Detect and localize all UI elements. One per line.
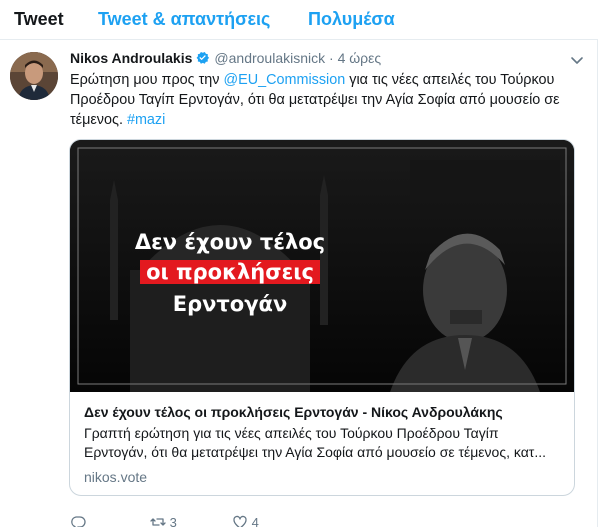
mention-link[interactable]: @EU_Commission <box>223 72 345 88</box>
avatar[interactable] <box>10 52 58 100</box>
tab-tweets[interactable]: Tweet <box>14 9 64 30</box>
tweet-header: Nikos Androulakis @androulakisnick · 4 ώρ… <box>70 50 567 70</box>
card-body[interactable]: Δεν έχουν τέλος οι προκλήσεις Ερντογάν -… <box>70 392 574 495</box>
link-card[interactable]: Δεν έχουν τέλος οι προκλήσεις Ερντογάν Δ… <box>69 139 575 496</box>
tab-media[interactable]: Πολυμέσα <box>308 9 395 30</box>
like-icon <box>233 515 247 527</box>
card-image[interactable]: Δεν έχουν τέλος οι προκλήσεις Ερντογάν <box>70 140 574 392</box>
card-image-text-line2: οι προκλήσεις <box>70 260 390 284</box>
chevron-down-icon[interactable] <box>569 52 585 68</box>
tab-tweets-and-replies[interactable]: Tweet & απαντήσεις <box>98 9 270 30</box>
retweet-icon <box>150 518 166 526</box>
like-count: 4 <box>251 515 259 527</box>
card-image-text-line3: Ερντογάν <box>172 292 288 316</box>
timestamp[interactable]: 4 ώρες <box>338 50 382 66</box>
reply-button[interactable] <box>70 514 86 527</box>
card-image-highlight: οι προκλήσεις <box>140 260 320 284</box>
tweet-actions: 3 4 <box>70 514 370 527</box>
card-image-text-line1: Δεν έχουν τέλος <box>134 230 326 254</box>
retweet-count: 3 <box>169 515 177 527</box>
card-domain: nikos.vote <box>84 469 148 485</box>
author-handle[interactable]: @androulakisnick <box>214 50 325 66</box>
tweet-text-part1: Ερώτηση μου προς την <box>70 72 224 88</box>
tweet-text: Ερώτηση μου προς την @EU_Commission για … <box>70 70 580 130</box>
retweet-button[interactable]: 3 <box>150 514 177 527</box>
tweet[interactable]: Nikos Androulakis @androulakisnick · 4 ώρ… <box>0 40 598 527</box>
separator-dot: · <box>329 50 334 66</box>
verified-badge-icon <box>196 51 210 64</box>
profile-tabs: Tweet Tweet & απαντήσεις Πολυμέσα <box>0 0 598 40</box>
hashtag-link[interactable]: #mazi <box>127 112 165 128</box>
card-description: Γραπτή ερώτηση για τις νέες απειλές του … <box>84 425 546 460</box>
reply-icon <box>71 516 86 527</box>
like-button[interactable]: 4 <box>232 514 259 527</box>
card-title[interactable]: Δεν έχουν τέλος οι προκλήσεις Ερντογάν -… <box>84 404 503 420</box>
author-name[interactable]: Nikos Androulakis <box>70 50 192 66</box>
